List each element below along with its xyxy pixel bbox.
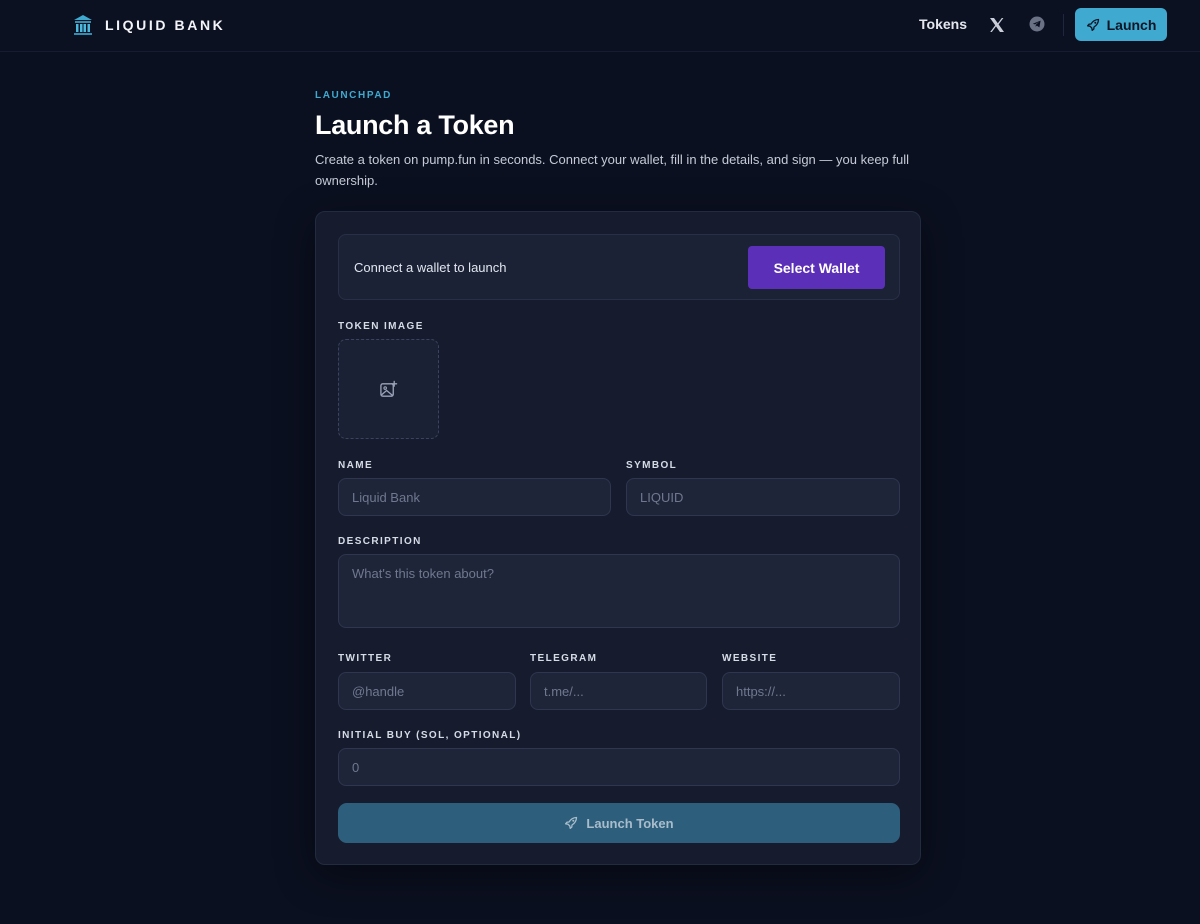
header-launch-button[interactable]: Launch: [1075, 8, 1167, 41]
rocket-icon: [1086, 18, 1099, 31]
page-subtitle: Create a token on pump.fun in seconds. C…: [315, 152, 910, 188]
telegram-label: TELEGRAM: [530, 653, 598, 664]
page-eyebrow: LAUNCHPAD: [315, 90, 392, 101]
wallet-connect-panel: Connect a wallet to launch Select Wallet: [338, 234, 900, 300]
nav-link-tokens[interactable]: Tokens: [919, 16, 967, 32]
image-plus-icon: [380, 380, 398, 397]
x-logo-icon[interactable]: [988, 16, 1006, 34]
brand-logo-link[interactable]: LIQUID BANK: [73, 13, 225, 37]
symbol-input[interactable]: [626, 478, 900, 516]
launch-token-label: Launch Token: [586, 815, 674, 831]
symbol-label: SYMBOL: [626, 460, 678, 471]
initial-buy-input[interactable]: [338, 748, 900, 786]
brand-name: LIQUID BANK: [105, 17, 226, 33]
token-image-upload[interactable]: [338, 339, 439, 439]
name-input[interactable]: [338, 478, 611, 516]
header-launch-label: Launch: [1106, 16, 1157, 33]
name-label: NAME: [338, 460, 374, 471]
launch-form-card: Connect a wallet to launch Select Wallet…: [315, 211, 921, 865]
bank-columns-icon: [74, 15, 92, 35]
token-image-label: TOKEN IMAGE: [338, 321, 424, 332]
website-input[interactable]: [722, 672, 900, 710]
website-label: WEBSITE: [722, 653, 778, 664]
launch-token-button[interactable]: Launch Token: [338, 803, 900, 843]
telegram-icon[interactable]: [1029, 16, 1045, 32]
wallet-connect-message: Connect a wallet to launch: [354, 260, 507, 275]
twitter-input[interactable]: [338, 672, 516, 710]
telegram-input[interactable]: [530, 672, 707, 710]
description-label: DESCRIPTION: [338, 536, 422, 547]
rocket-icon: [565, 816, 578, 830]
initial-buy-label: INITIAL BUY (SOL, OPTIONAL): [338, 730, 522, 741]
top-nav-bar: LIQUID BANK Tokens Launch: [0, 0, 1200, 52]
nav-divider: [1063, 14, 1064, 36]
description-input[interactable]: [338, 554, 900, 628]
twitter-label: TWITTER: [338, 653, 393, 664]
select-wallet-button[interactable]: Select Wallet: [748, 246, 885, 289]
page-title: Launch a Token: [315, 110, 515, 140]
